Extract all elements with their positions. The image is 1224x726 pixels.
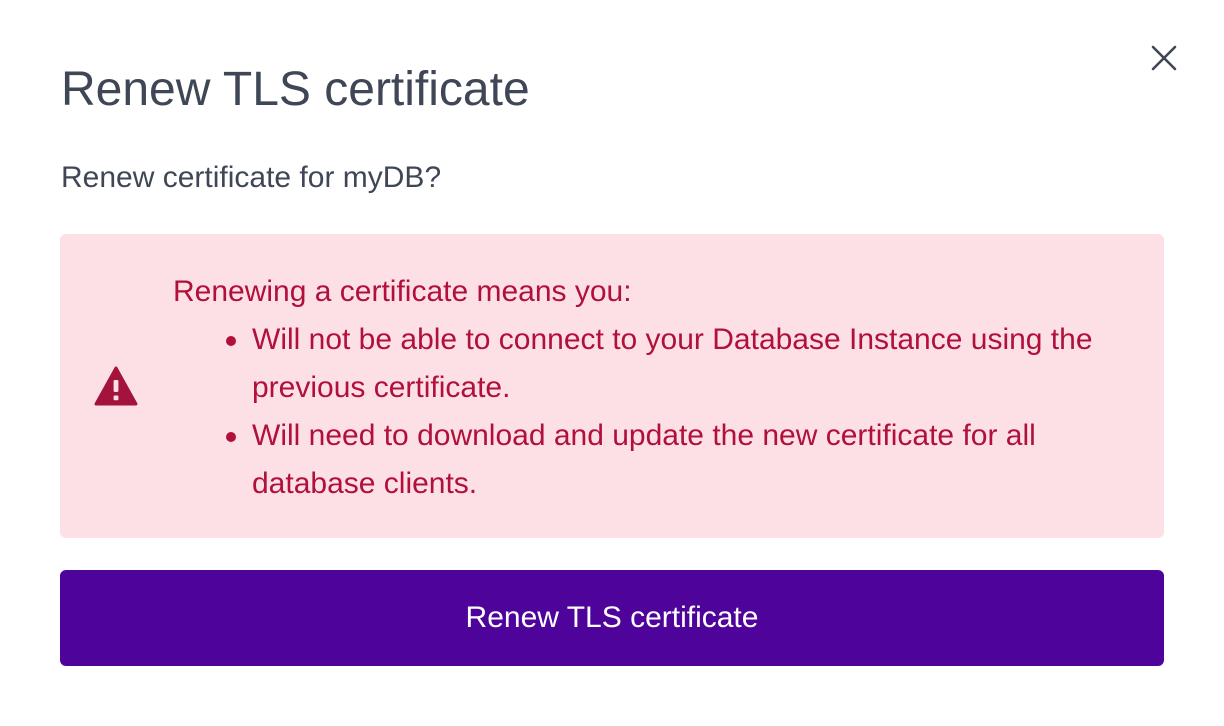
- warning-triangle-icon: [94, 366, 138, 406]
- renew-tls-button[interactable]: Renew TLS certificate: [60, 570, 1164, 666]
- list-item: Will not be able to connect to your Data…: [173, 316, 1133, 412]
- alert-item-text: Will need to download and update the new…: [252, 419, 1036, 500]
- close-button[interactable]: [1146, 40, 1182, 76]
- close-icon: [1151, 45, 1177, 71]
- warning-alert: Renewing a certificate means you: Will n…: [60, 234, 1164, 538]
- alert-intro: Renewing a certificate means you:: [173, 275, 632, 308]
- alert-message: Renewing a certificate means you: Will n…: [173, 268, 1133, 508]
- dialog-title: Renew TLS certificate: [61, 63, 530, 116]
- alert-list: Will not be able to connect to your Data…: [173, 316, 1133, 508]
- alert-item-text: Will not be able to connect to your Data…: [252, 323, 1093, 404]
- bullet-icon: [226, 336, 236, 346]
- dialog-question: Renew certificate for myDB?: [61, 161, 442, 194]
- renew-tls-dialog: Renew TLS certificate Renew certificate …: [0, 0, 1224, 726]
- list-item: Will need to download and update the new…: [173, 412, 1133, 508]
- bullet-icon: [226, 432, 236, 442]
